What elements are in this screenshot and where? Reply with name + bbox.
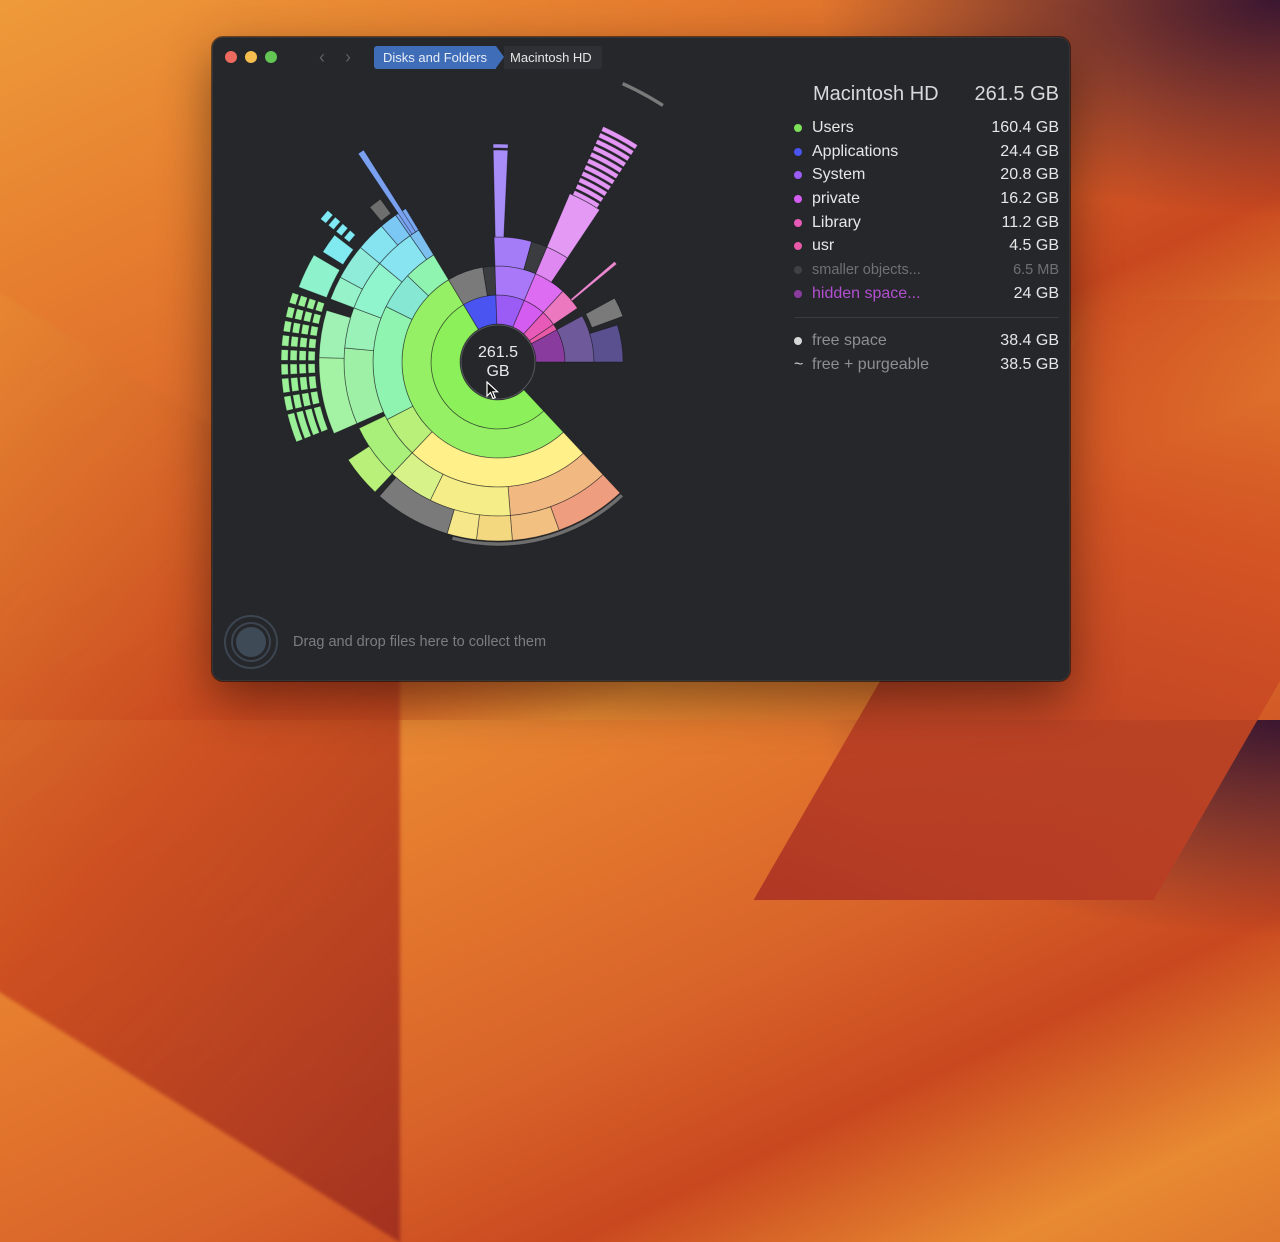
app-window: ‹ › Disks and Folders Macintosh HD 261.5… — [212, 37, 1070, 681]
center-total-value: 261.5 — [477, 344, 519, 361]
segment-users-bar[interactable] — [280, 363, 289, 376]
folder-name: Library — [812, 213, 861, 231]
segment-system-bar[interactable] — [492, 149, 509, 238]
free-dot-icon — [794, 337, 802, 346]
center-total-unit: GB — [486, 363, 510, 380]
segment-hidden-level3[interactable] — [589, 324, 624, 363]
folder-row[interactable]: System 20.8 GB — [794, 163, 1059, 187]
segment-users-level5[interactable] — [475, 514, 513, 542]
segment-users-bar[interactable] — [301, 392, 312, 408]
color-dot-icon — [794, 123, 802, 132]
segment-users-bar[interactable] — [307, 363, 316, 374]
segment-users-bar[interactable] — [289, 349, 298, 361]
segment-users-bar[interactable] — [285, 305, 296, 319]
folder-name: System — [812, 166, 866, 184]
segment-users-bar[interactable] — [290, 376, 300, 393]
tilde-icon: ~ — [794, 356, 804, 374]
segment-users-bar[interactable] — [281, 334, 291, 347]
divider — [795, 316, 1059, 318]
center-total-label[interactable]: 261.5 GB — [458, 343, 538, 381]
folder-size: 24 GB — [1013, 284, 1059, 302]
color-dot-icon — [794, 289, 802, 298]
folder-row[interactable]: Users 160.4 GB — [794, 116, 1059, 140]
segment-users-bar[interactable] — [335, 223, 349, 237]
segment-users-bar[interactable] — [281, 377, 291, 394]
mouse-pointer-icon — [486, 381, 500, 400]
free-label: free space — [812, 332, 887, 350]
segment-users-bar[interactable] — [288, 292, 300, 306]
panel-header: Macintosh HD 261.5 GB — [795, 83, 1059, 106]
color-dot-icon — [794, 171, 802, 180]
disk-name: Macintosh HD — [813, 83, 939, 105]
free-space-row[interactable]: free space 38.4 GB — [794, 330, 1059, 354]
collector-drop-icon[interactable] — [224, 615, 278, 669]
color-dot-icon — [794, 265, 802, 274]
folder-name: smaller objects... — [812, 261, 921, 278]
segment-users-bar[interactable] — [280, 349, 289, 361]
segment-users-bar[interactable] — [299, 336, 308, 349]
folder-size: 20.8 GB — [1000, 166, 1059, 184]
segment-hidden-level3[interactable] — [585, 297, 624, 329]
folder-size: 16.2 GB — [1000, 189, 1059, 207]
folder-size: 4.5 GB — [1009, 237, 1059, 255]
segment-users-bar[interactable] — [308, 337, 317, 349]
segment-system-bar[interactable] — [492, 143, 509, 149]
color-dot-icon — [794, 147, 802, 156]
segment-users-bar[interactable] — [298, 350, 307, 361]
segment-users-bar[interactable] — [302, 310, 313, 323]
folder-size: 24.4 GB — [1000, 142, 1059, 160]
segment-users-bar[interactable] — [309, 325, 319, 337]
segment-users-bar[interactable] — [343, 229, 356, 243]
segment-library-bar[interactable] — [570, 260, 618, 302]
segment-users-bar[interactable] — [314, 300, 326, 313]
details-panel: Macintosh HD 261.5 GB Users 160.4 GB App… — [794, 83, 1059, 377]
segment-users-bar[interactable] — [297, 294, 309, 308]
free-size: 38.4 GB — [1000, 332, 1059, 350]
folder-list: Users 160.4 GB Applications 24.4 GB Syst… — [794, 116, 1059, 306]
folder-size: 11.2 GB — [1001, 213, 1059, 231]
segment-users-bar[interactable] — [308, 375, 318, 390]
free-space-row[interactable]: ~ free + purgeable 38.5 GB — [794, 353, 1059, 377]
folder-row[interactable]: smaller objects... 6.5 MB — [794, 258, 1059, 282]
folder-name: hidden space... — [812, 284, 921, 302]
segment-private-bar[interactable] — [621, 81, 665, 108]
folder-name: usr — [812, 237, 835, 255]
segment-users-bar[interactable] — [294, 308, 305, 321]
free-size: 38.5 GB — [1000, 356, 1059, 374]
segment-users-bar[interactable] — [299, 376, 309, 391]
folder-row[interactable]: usr 4.5 GB — [794, 234, 1059, 258]
free-space-list: free space 38.4 GB ~ free + purgeable 38.5… — [794, 330, 1059, 377]
folder-name: Users — [812, 118, 854, 136]
free-label: free + purgeable — [812, 356, 929, 374]
segment-users-bar[interactable] — [298, 363, 307, 375]
folder-row[interactable]: hidden space... 24 GB — [794, 282, 1059, 306]
segment-users-bar[interactable] — [290, 335, 300, 348]
folder-row[interactable]: private 16.2 GB — [794, 187, 1059, 211]
segment-users-bar[interactable] — [311, 312, 322, 325]
color-dot-icon — [794, 218, 802, 227]
folder-name: private — [812, 189, 861, 207]
folder-size: 6.5 MB — [1013, 261, 1059, 278]
segment-users-bar[interactable] — [283, 394, 294, 412]
segment-users-bar[interactable] — [292, 393, 303, 410]
folder-row[interactable]: Library 11.2 GB — [794, 211, 1059, 235]
segment-users-bar[interactable] — [307, 350, 316, 362]
folder-name: Applications — [812, 142, 899, 160]
segment-users-bar[interactable] — [309, 390, 321, 406]
color-dot-icon — [794, 242, 802, 251]
folder-size: 160.4 GB — [991, 118, 1059, 136]
segment-users-bar[interactable] — [306, 297, 317, 311]
segment-users-bar[interactable] — [369, 198, 392, 222]
segment-users-bar[interactable] — [300, 323, 310, 336]
drop-hint-text: Drag and drop files here to collect them — [293, 634, 547, 650]
color-dot-icon — [794, 194, 802, 203]
segment-users-bar[interactable] — [282, 320, 293, 333]
segment-users-bar[interactable] — [291, 321, 302, 335]
folder-row[interactable]: Applications 24.4 GB — [794, 140, 1059, 164]
disk-total-size: 261.5 GB — [974, 83, 1059, 105]
segment-users-bar[interactable] — [289, 363, 298, 375]
